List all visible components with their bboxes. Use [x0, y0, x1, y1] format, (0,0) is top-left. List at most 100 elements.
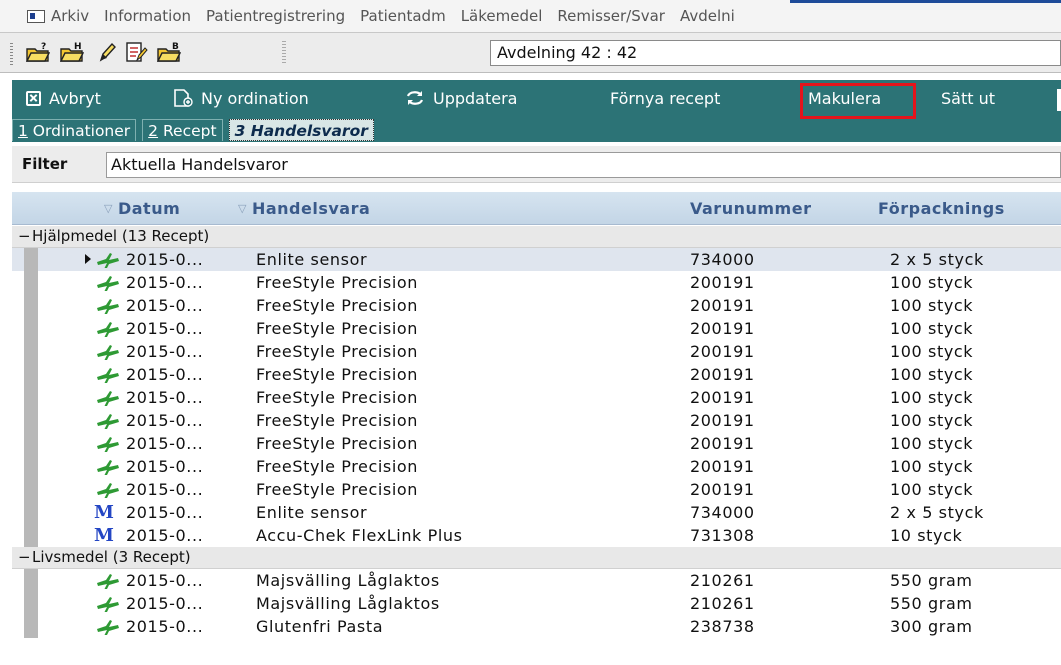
cell-number: 200191: [690, 319, 755, 338]
collapse-icon[interactable]: −: [18, 226, 31, 247]
menu-avdelning[interactable]: Avdelni: [680, 7, 735, 25]
tab-label: Ordinationer: [27, 122, 131, 140]
cell-number: 200191: [690, 365, 755, 384]
cell-number: 731308: [690, 526, 755, 545]
edit-document-icon[interactable]: [124, 41, 148, 63]
tab-key: 2: [148, 122, 159, 140]
toolbar-grip[interactable]: [10, 43, 13, 65]
cancel-label: Avbryt: [49, 88, 101, 108]
refresh-button[interactable]: Uppdatera: [405, 89, 517, 108]
menu-patientregistrering[interactable]: Patientregistrering: [206, 7, 345, 25]
cell-item: FreeStyle Precision: [256, 273, 419, 292]
table-row[interactable]: 2015-0... Glutenfri Pasta 238738 300 gram: [12, 615, 1061, 638]
sort-icon: ▽: [238, 202, 247, 215]
table-row[interactable]: M 2015-0... Accu-Chek FlexLink Plus 731308 1…: [12, 524, 1061, 547]
cell-package: 550 gram: [890, 594, 973, 613]
cell-number: 200191: [690, 434, 755, 453]
cell-item: Accu-Chek FlexLink Plus: [256, 526, 463, 545]
tab-recept[interactable]: 2 Recept: [142, 119, 223, 141]
collapse-icon[interactable]: −: [18, 547, 31, 568]
group-row[interactable]: − Livsmedel (3 Recept): [12, 547, 1061, 569]
cell-item: FreeStyle Precision: [256, 480, 419, 499]
ward-selector[interactable]: Avdelning 42 : 42: [490, 40, 1061, 66]
table-row[interactable]: 2015-0... FreeStyle Precision 200191 100 st…: [12, 271, 1061, 294]
toolbar-separator: [282, 41, 286, 65]
table-row[interactable]: 2015-0... FreeStyle Precision 200191 100 st…: [12, 386, 1061, 409]
close-icon: [26, 90, 41, 106]
cell-package: 550 gram: [890, 571, 973, 590]
tab-label: Recept: [158, 122, 217, 140]
renew-prescription-button[interactable]: Förnya recept: [610, 89, 720, 108]
menu-patientadm[interactable]: Patientadm: [360, 7, 446, 25]
table-row[interactable]: 2015-0... Majsvälling Låglaktos 210261 550 …: [12, 569, 1061, 592]
table-row[interactable]: 2015-0... FreeStyle Precision 200191 100 st…: [12, 432, 1061, 455]
menu-remisser-svar[interactable]: Remisser/Svar: [557, 7, 665, 25]
column-label: Handelsvara: [251, 199, 371, 218]
open-folder-h-icon[interactable]: H: [60, 41, 84, 63]
cell-date: 2015-0...: [126, 250, 204, 269]
renew-label: Förnya recept: [610, 88, 721, 108]
table-row[interactable]: 2015-0... FreeStyle Precision 200191 100 st…: [12, 317, 1061, 340]
table-row[interactable]: 2015-0... FreeStyle Precision 200191 100 st…: [12, 478, 1061, 501]
cell-date: 2015-0...: [126, 273, 204, 292]
tab-key: 3: [234, 122, 246, 140]
cell-date: 2015-0...: [126, 571, 204, 590]
cell-number: 210261: [690, 571, 755, 590]
svg-text:B: B: [172, 42, 179, 52]
tab-ordinationer[interactable]: 1 Ordinationer: [12, 119, 137, 141]
cell-package: 100 styck: [890, 273, 974, 292]
menu-lakemedel[interactable]: Läkemedel: [461, 7, 543, 25]
column-header-package[interactable]: Förpacknings: [878, 199, 1005, 218]
cancel-button[interactable]: Avbryt: [26, 89, 101, 108]
prescription-icon: [97, 322, 119, 337]
prescription-icon: [97, 253, 119, 268]
table-row[interactable]: 2015-0... FreeStyle Precision 200191 100 st…: [12, 409, 1061, 432]
grid-body: − Hjälpmedel (13 Recept) 2015-0... Enlite s…: [12, 226, 1061, 665]
cell-date: 2015-0...: [126, 594, 204, 613]
cell-number: 200191: [690, 480, 755, 499]
column-header-date[interactable]: ▽ Datum: [104, 199, 180, 218]
m-marker-icon: M: [94, 502, 114, 523]
cell-package: 100 styck: [890, 365, 974, 384]
group-row[interactable]: − Hjälpmedel (13 Recept): [12, 226, 1061, 248]
menu-arkiv[interactable]: Arkiv: [51, 7, 89, 25]
cell-date: 2015-0...: [126, 411, 204, 430]
open-folder-b-icon[interactable]: B: [157, 41, 181, 63]
cell-number: 200191: [690, 411, 755, 430]
group-indent-bar: [24, 569, 38, 638]
menu-information[interactable]: Information: [104, 7, 191, 25]
table-row[interactable]: 2015-0... FreeStyle Precision 200191 100 st…: [12, 363, 1061, 386]
column-header-item[interactable]: ▽ Handelsvara: [238, 199, 370, 218]
prescription-icon: [97, 368, 119, 383]
column-label: Förpacknings: [878, 199, 1005, 218]
prescription-icon: [97, 437, 119, 452]
table-row[interactable]: M 2015-0... Enlite sensor 734000 2 x 5 styck: [12, 501, 1061, 524]
table-row[interactable]: 2015-0... Enlite sensor 734000 2 x 5 styck: [12, 248, 1061, 271]
toolbar: ? H B Avdelning 42 : 42: [0, 33, 1061, 73]
tab-handelsvaror[interactable]: 3 Handelsvaror: [228, 119, 374, 141]
refresh-icon: [406, 91, 424, 105]
table-row[interactable]: 2015-0... FreeStyle Precision 200191 100 st…: [12, 294, 1061, 317]
window-menu-icon[interactable]: [27, 9, 45, 23]
column-header-number[interactable]: Varunummer: [690, 199, 811, 218]
prescription-icon: [97, 276, 119, 291]
discontinue-button[interactable]: Sätt ut: [941, 89, 995, 108]
sort-icon: ▽: [104, 202, 113, 215]
cell-date: 2015-0...: [126, 617, 204, 636]
filter-select[interactable]: Aktuella Handelsvaror: [106, 152, 1061, 178]
cell-date: 2015-0...: [126, 526, 204, 545]
discontinue-label: Sätt ut: [941, 88, 996, 108]
table-row[interactable]: 2015-0... FreeStyle Precision 200191 100 st…: [12, 340, 1061, 363]
cell-number: 200191: [690, 457, 755, 476]
cell-package: 100 styck: [890, 296, 974, 315]
new-order-button[interactable]: Ny ordination: [173, 89, 309, 108]
table-row[interactable]: 2015-0... Majsvälling Låglaktos 210261 550 …: [12, 592, 1061, 615]
cell-number: 734000: [690, 503, 755, 522]
cell-date: 2015-0...: [126, 365, 204, 384]
pencil-icon[interactable]: [95, 41, 119, 63]
table-row[interactable]: 2015-0... FreeStyle Precision 200191 100 st…: [12, 455, 1061, 478]
cell-number: 200191: [690, 342, 755, 361]
cell-date: 2015-0...: [126, 434, 204, 453]
more-actions-button[interactable]: L: [1057, 89, 1061, 111]
open-folder-icon[interactable]: ?: [26, 41, 50, 63]
